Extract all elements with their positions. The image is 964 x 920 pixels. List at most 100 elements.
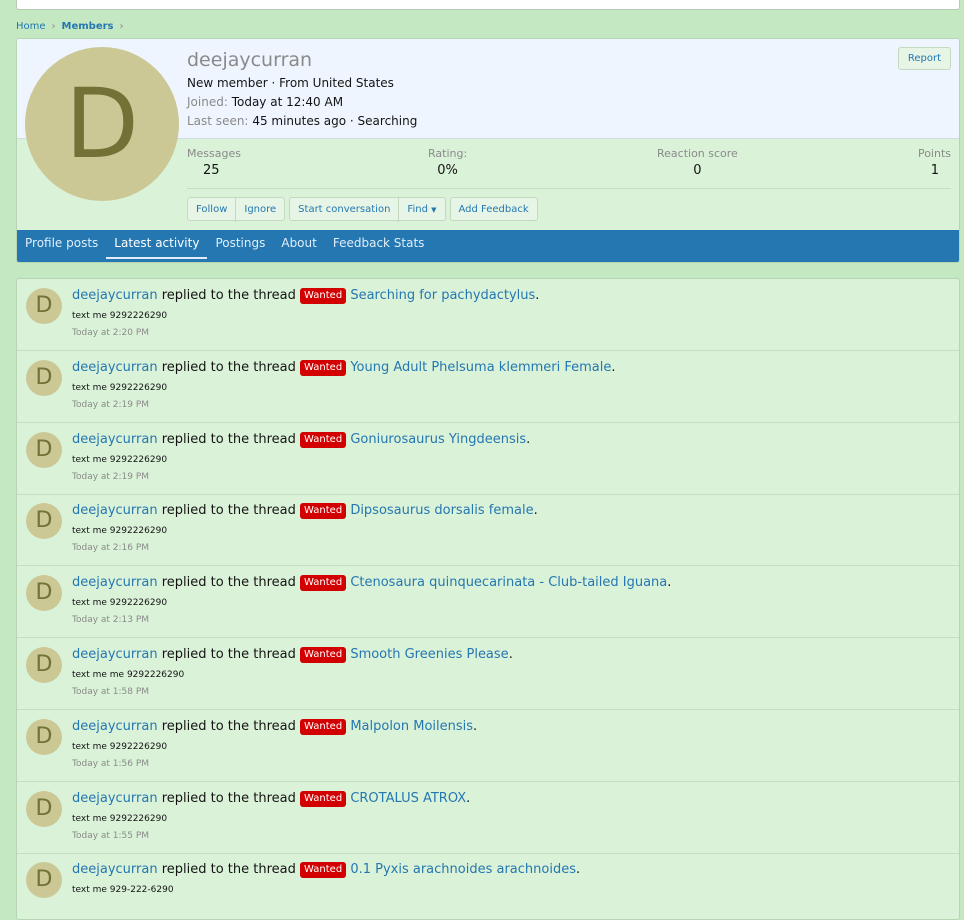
activity-time[interactable]: Today at 2:19 PM	[72, 472, 149, 482]
list-item: Ddeejaycurran replied to the thread Want…	[17, 351, 959, 423]
username-link[interactable]: deejaycurran	[72, 719, 158, 734]
thread-link[interactable]: Goniurosaurus Yingdeensis	[350, 432, 526, 447]
stat-value: 0	[693, 163, 702, 178]
list-item: Ddeejaycurran replied to the thread Want…	[17, 279, 959, 351]
stat-label: Rating:	[428, 147, 468, 160]
avatar[interactable]: D	[26, 359, 62, 396]
activity-title: deejaycurran replied to the thread Wante…	[72, 288, 540, 304]
list-item: Ddeejaycurran replied to the thread Want…	[17, 853, 959, 919]
thread-link[interactable]: 0.1 Pyxis arachnoides arachnoides	[350, 862, 576, 877]
add-feedback-button[interactable]: Add Feedback	[451, 198, 537, 222]
thread-link[interactable]: Malpolon Moilensis	[350, 719, 473, 734]
activity-title: deejaycurran replied to the thread Wante…	[72, 647, 513, 663]
username-link[interactable]: deejaycurran	[72, 647, 158, 662]
avatar[interactable]: D	[26, 503, 62, 540]
report-button[interactable]: Report	[897, 47, 951, 70]
stat-value[interactable]: 1	[918, 163, 951, 178]
stat-label: Points	[917, 147, 951, 160]
joined-line: Joined: Today at 12:40 AM	[187, 95, 343, 109]
avatar[interactable]: D	[26, 288, 62, 324]
username-link[interactable]: deejaycurran	[72, 862, 158, 877]
avatar[interactable]: D	[26, 862, 62, 899]
avatar[interactable]: D	[26, 647, 62, 683]
find-menu-button[interactable]: Find ▼	[399, 198, 444, 222]
last-seen-line: Last seen: 45 minutes ago · Searching	[187, 114, 417, 128]
stat-value[interactable]: 25	[187, 163, 241, 178]
thread-link[interactable]: Ctenosaura quinquecarinata - Club-tailed…	[350, 575, 667, 590]
activity-time[interactable]: Today at 2:19 PM	[72, 400, 149, 410]
activity-time[interactable]: Today at 1:56 PM	[72, 759, 149, 769]
thread-link[interactable]: Searching for pachydactylus	[350, 288, 535, 303]
tab-about[interactable]: About	[273, 230, 324, 262]
list-item: Ddeejaycurran replied to the thread Want…	[17, 494, 959, 567]
avatar[interactable]: D	[26, 575, 62, 612]
thread-link[interactable]: Dipsosaurus dorsalis female	[350, 503, 533, 518]
breadcrumb: Home › Members ›	[16, 19, 124, 33]
activity-snippet: text me 9292226290	[72, 741, 168, 752]
stat-value: 0%	[437, 163, 458, 178]
activity-snippet: text me me 9292226290	[72, 670, 185, 680]
find-label: Find	[407, 204, 428, 215]
username-link[interactable]: deejaycurran	[72, 575, 158, 590]
prefix-badge[interactable]: Wanted	[300, 288, 347, 304]
activity-feed: Ddeejaycurran replied to the thread Want…	[16, 278, 960, 920]
tab-feedback-stats[interactable]: Feedback Stats	[325, 230, 433, 262]
activity-time[interactable]: Today at 2:13 PM	[72, 615, 149, 625]
activity-title: deejaycurran replied to the thread Wante…	[72, 575, 672, 592]
prefix-badge[interactable]: Wanted	[300, 862, 347, 879]
stat-messages: Messages 25	[187, 147, 241, 178]
avatar[interactable]: D	[26, 718, 62, 755]
username-link[interactable]: deejaycurran	[72, 288, 158, 303]
username-link[interactable]: deejaycurran	[72, 360, 158, 375]
tab-profile-posts[interactable]: Profile posts	[17, 230, 106, 262]
tab-postings[interactable]: Postings	[207, 230, 273, 262]
activity-verb: replied to the thread	[157, 575, 301, 591]
prefix-badge[interactable]: Wanted	[300, 790, 347, 807]
username-link[interactable]: deejaycurran	[72, 503, 158, 518]
tab-latest-activity[interactable]: Latest activity	[106, 230, 208, 262]
username-link[interactable]: deejaycurran	[72, 791, 158, 806]
activity-time[interactable]: Today at 1:58 PM	[72, 687, 149, 697]
breadcrumb-home[interactable]: Home	[16, 21, 46, 32]
activity-title: deejaycurran replied to the thread Wante…	[72, 431, 531, 448]
prefix-badge[interactable]: Wanted	[300, 718, 347, 735]
prefix-badge[interactable]: Wanted	[300, 575, 347, 592]
stat-reaction-score: Reaction score 0	[657, 147, 738, 178]
activity-title: deejaycurran replied to the thread Wante…	[72, 359, 616, 376]
activity-verb: replied to the thread	[157, 359, 301, 375]
activity-snippet: text me 9292226290	[72, 598, 168, 609]
activity-verb: replied to the thread	[157, 647, 301, 662]
ignore-button[interactable]: Ignore	[236, 198, 284, 222]
chevron-right-icon: ›	[119, 20, 124, 32]
username-link[interactable]: deejaycurran	[72, 432, 158, 447]
prefix-badge[interactable]: Wanted	[300, 431, 347, 448]
activity-time[interactable]: Today at 2:20 PM	[72, 328, 149, 338]
feedback-group: Add Feedback	[449, 197, 538, 222]
avatar[interactable]: D	[26, 790, 62, 827]
member-stats: Messages 25 Rating: 0% Reaction score 0 …	[187, 147, 951, 183]
chevron-right-icon: ›	[51, 20, 56, 32]
avatar[interactable]: D	[26, 431, 62, 468]
activity-verb: replied to the thread	[157, 431, 301, 447]
username: deejaycurran	[187, 49, 313, 71]
activity-verb: replied to the thread	[157, 288, 301, 303]
activity-snippet: text me 9292226290	[72, 813, 168, 824]
follow-button[interactable]: Follow	[188, 198, 237, 222]
prefix-badge[interactable]: Wanted	[300, 359, 347, 376]
thread-link[interactable]: Young Adult Phelsuma klemmeri Female	[350, 360, 611, 375]
activity-time[interactable]: Today at 1:55 PM	[72, 831, 149, 841]
member-profile-header: D deejaycurran New member · From United …	[16, 38, 960, 263]
thread-link[interactable]: CROTALUS ATROX	[350, 791, 466, 806]
activity-time[interactable]: Today at 2:16 PM	[72, 543, 149, 553]
list-item: Ddeejaycurran replied to the thread Want…	[17, 782, 959, 854]
thread-link[interactable]: Smooth Greenies Please	[350, 647, 508, 662]
avatar[interactable]: D	[25, 47, 179, 201]
profile-tabs: Profile posts Latest activity Postings A…	[17, 230, 959, 262]
activity-title: deejaycurran replied to the thread Wante…	[72, 862, 581, 879]
breadcrumb-members[interactable]: Members	[62, 21, 114, 32]
start-conversation-button[interactable]: Start conversation	[290, 198, 400, 222]
activity-verb: replied to the thread	[157, 862, 301, 878]
list-item: Ddeejaycurran replied to the thread Want…	[17, 710, 959, 782]
prefix-badge[interactable]: Wanted	[300, 503, 347, 520]
prefix-badge[interactable]: Wanted	[300, 647, 347, 663]
